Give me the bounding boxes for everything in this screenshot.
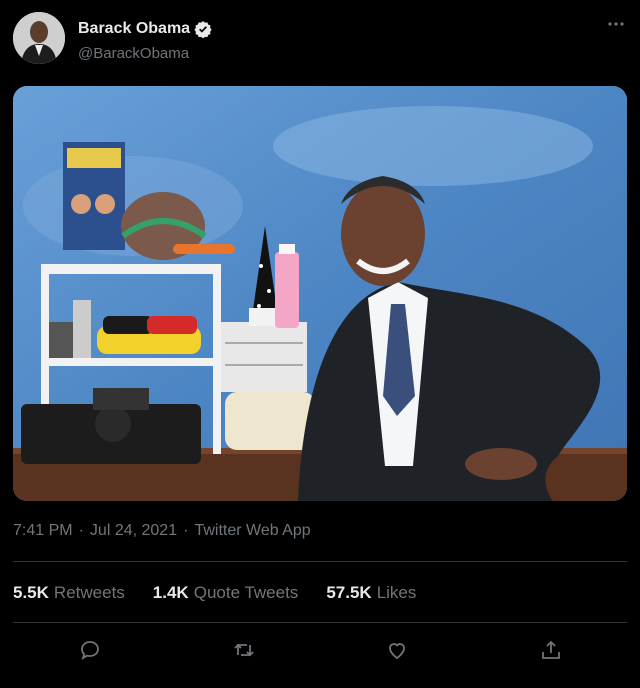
author-handle[interactable]: @BarackObama [78, 45, 189, 62]
likes-label: Likes [376, 583, 417, 602]
likes-stat[interactable]: 57.5K Likes [326, 583, 416, 603]
retweets-label: Retweets [53, 583, 125, 602]
author-name[interactable]: Barack Obama [78, 20, 190, 38]
verified-badge-icon [194, 21, 212, 38]
share-icon[interactable] [539, 638, 563, 662]
tweet-metadata: 7:41 PM · Jul 24, 2021 · Twitter Web App [13, 522, 311, 540]
tweet-time[interactable]: 7:41 PM [13, 522, 73, 540]
retweets-count: 5.5K [13, 583, 49, 602]
quote-tweets-stat[interactable]: 1.4K Quote Tweets [153, 583, 299, 603]
tweet-header: Barack Obama @BarackObama [13, 12, 627, 66]
quote-tweets-count: 1.4K [152, 583, 189, 602]
more-icon[interactable] [605, 14, 627, 34]
avatar[interactable] [13, 12, 65, 64]
tweet-date[interactable]: Jul 24, 2021 [90, 522, 177, 540]
separator: · [78, 522, 84, 539]
photo-illustration [13, 86, 627, 501]
retweets-stat[interactable]: 5.5K Retweets [13, 583, 125, 603]
heart-icon[interactable] [385, 638, 409, 662]
tweet-actions [0, 632, 640, 668]
retweet-icon[interactable] [232, 638, 256, 662]
tweet-source[interactable]: Twitter Web App [194, 522, 310, 540]
author-name-row[interactable]: Barack Obama [78, 20, 212, 38]
divider [13, 561, 627, 562]
likes-count: 57.5K [326, 583, 372, 602]
tweet-photo[interactable] [13, 86, 627, 501]
separator: · [183, 522, 189, 539]
tweet-stats: 5.5K Retweets 1.4K Quote Tweets 57.5K Likes [13, 583, 416, 603]
reply-icon[interactable] [78, 638, 102, 662]
divider [13, 622, 627, 623]
quote-tweets-label: Quote Tweets [193, 583, 299, 602]
